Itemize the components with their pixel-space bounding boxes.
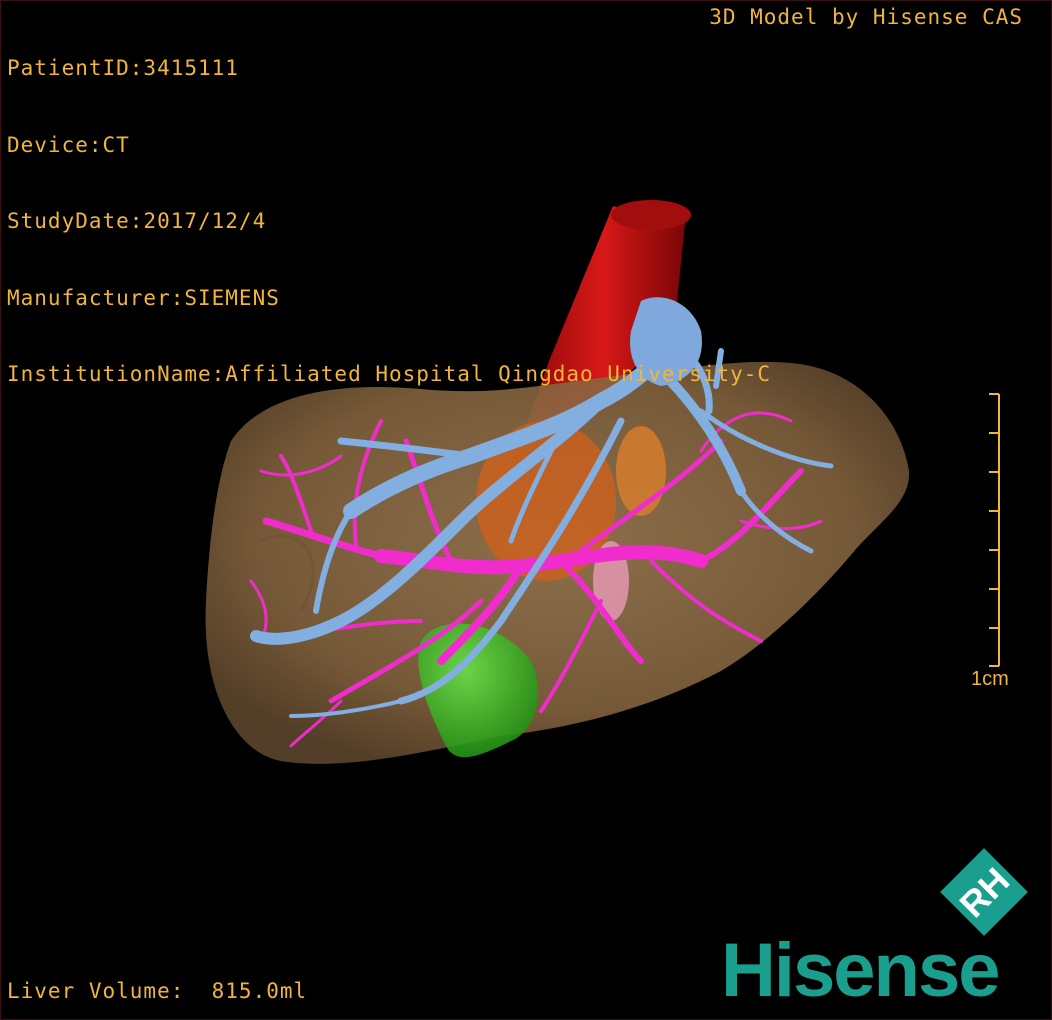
- device: Device:CT: [7, 132, 130, 157]
- model-credit: 3D Model by Hisense CAS: [709, 5, 1023, 29]
- study-date: StudyDate:2017/12/4: [7, 209, 267, 233]
- scale-bar-label: 1cm: [971, 668, 1009, 690]
- scale-bar: [989, 393, 1000, 667]
- dicom-info: PatientID:3415111 Device:CT StudyDate:20…: [7, 5, 771, 439]
- institution-name: InstitutionName:Affiliated Hospital Qing…: [7, 362, 772, 386]
- brand-monogram: RH: [951, 859, 1017, 925]
- manufacturer: Manufacturer:SIEMENS: [7, 285, 280, 310]
- brand-wordmark: Hisense: [721, 928, 1000, 1013]
- liver-volume: Liver Volume: 815.0ml: [7, 979, 308, 1003]
- patient-id: PatientID:3415111: [7, 56, 239, 80]
- render-viewport[interactable]: PatientID:3415111 Device:CT StudyDate:20…: [0, 0, 1052, 1020]
